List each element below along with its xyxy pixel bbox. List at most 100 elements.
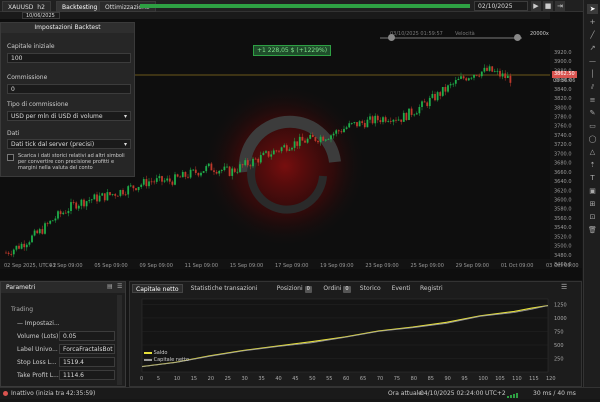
candle-body — [64, 212, 67, 214]
candle-body — [379, 120, 382, 123]
candle-body — [478, 75, 481, 77]
candle-body — [418, 107, 421, 114]
ellipse-icon[interactable]: ◯ — [587, 134, 598, 144]
commission-type-select[interactable]: USD per mln di USD di volume ▾ — [7, 111, 131, 121]
candle-body — [135, 188, 137, 191]
candle-body — [405, 112, 408, 121]
candle-body — [483, 67, 486, 72]
candle-body — [129, 185, 132, 187]
candle-body — [44, 223, 46, 234]
save-icon[interactable]: ▤ — [107, 283, 113, 290]
pencil-icon[interactable]: ✎ — [587, 108, 598, 118]
candle-body — [220, 170, 223, 171]
candle-body — [506, 75, 509, 79]
bottom-tab[interactable]: Eventi — [389, 284, 414, 293]
price-tick: 3740.0 — [554, 133, 572, 139]
candle-body — [371, 116, 374, 124]
tab-backtesting[interactable]: Backtesting — [56, 1, 104, 12]
bottom-tab[interactable]: Registri — [417, 284, 446, 293]
crosshair-icon[interactable]: + — [587, 17, 598, 27]
candle-body — [467, 78, 470, 81]
param-value-input[interactable]: ForcaFractalsBot — [59, 344, 115, 354]
play-button[interactable]: ▶ — [531, 1, 541, 11]
bottom-tab[interactable]: Posizioni 0 — [274, 284, 315, 293]
bottom-tab[interactable]: Storico — [357, 284, 384, 293]
current-price-time: 03:36:06 — [553, 78, 576, 84]
symbol-tab[interactable]: XAUUSD h2 — [2, 1, 51, 12]
candle-body — [340, 131, 343, 133]
candle-body — [168, 178, 171, 182]
bottom-tab[interactable]: Statistiche transazioni — [188, 284, 261, 293]
param-value-input[interactable]: 1114.6 — [59, 370, 115, 380]
candle-body — [119, 190, 122, 196]
cursor-icon[interactable]: ➤ — [587, 4, 598, 14]
candle-body — [75, 202, 78, 209]
candle-body — [106, 192, 109, 201]
price-tick: 3920.0 — [554, 50, 572, 56]
stop-button[interactable]: ■ — [543, 1, 553, 11]
data-source-select[interactable]: Dati tick dal server (precisi) ▾ — [7, 139, 131, 149]
param-value-input[interactable]: 1519.4 — [59, 357, 115, 367]
equity-x-tick: 0 — [140, 376, 143, 382]
equity-plot-area — [141, 298, 549, 373]
candle-body — [145, 179, 148, 187]
equity-x-tick: 65 — [360, 376, 366, 382]
candle-body — [36, 230, 39, 234]
vline-icon[interactable]: │ — [587, 69, 598, 79]
line-icon[interactable]: ╱ — [587, 30, 598, 40]
bottom-tab-badge: 0 — [304, 286, 312, 293]
legend-swatch-equity — [144, 358, 152, 361]
equity-x-tick: 25 — [225, 376, 231, 382]
capital-input[interactable]: 100 — [7, 53, 131, 63]
rect-icon[interactable]: ▭ — [587, 121, 598, 131]
step-button[interactable]: ⇥ — [555, 1, 565, 11]
legend-balance-label: Saldo — [153, 350, 168, 356]
candle-body — [314, 137, 317, 141]
candle-body — [51, 220, 54, 222]
price-tick: 3680.0 — [554, 161, 572, 167]
commission-input[interactable]: 0 — [7, 84, 131, 94]
candle-body — [80, 199, 83, 206]
param-value-input[interactable]: 0.05 — [59, 331, 115, 341]
menu-icon[interactable]: ☰ — [117, 283, 122, 290]
candle-body — [31, 235, 33, 243]
candle-body — [187, 176, 189, 178]
status-bar: Inattivo (inizia tra 42:35:59) Ora attua… — [0, 387, 600, 399]
candle-body — [88, 200, 91, 202]
arrow-icon[interactable]: ⇡ — [587, 160, 598, 170]
text-icon[interactable]: T — [587, 173, 598, 183]
trash-icon[interactable]: 🗑 — [587, 225, 598, 235]
price-tick: 3720.0 — [554, 142, 572, 148]
price-tick: 3640.0 — [554, 179, 572, 185]
equity-chart: 1250 1000 750 500 250 0 5 10 15 20 25 30 35 40 45 50 55… — [140, 298, 567, 382]
candle-body — [174, 174, 176, 185]
candle-body — [72, 202, 75, 203]
lock-icon[interactable]: ⊡ — [587, 212, 598, 222]
candle-body — [296, 141, 299, 146]
price-tick: 3620.0 — [554, 188, 572, 194]
candle-body — [7, 252, 10, 254]
backtest-progress-bar[interactable] — [140, 4, 470, 8]
time-tick: 23 Sep 09:00 — [365, 263, 398, 269]
end-date-field[interactable]: 02/10/2025 — [474, 1, 528, 11]
ray-icon[interactable]: ↗ — [587, 43, 598, 53]
candle-body — [454, 80, 457, 84]
candle-body — [114, 194, 117, 196]
candle-body — [153, 181, 156, 183]
hline-icon[interactable]: — — [587, 56, 598, 66]
candle-body — [20, 243, 23, 249]
measure-icon[interactable]: ⊞ — [587, 199, 598, 209]
triangle-icon[interactable]: △ — [587, 147, 598, 157]
fib-icon[interactable]: ≡ — [587, 95, 598, 105]
candle-body — [111, 194, 114, 195]
label-icon[interactable]: ▣ — [587, 186, 598, 196]
download-data-text: Scarica i dati storici relativi ad altri… — [18, 153, 125, 171]
params-scrollbar[interactable] — [117, 295, 122, 385]
bottom-tab[interactable]: Ordini 0 — [320, 284, 353, 293]
menu-icon[interactable]: ☰ — [561, 283, 567, 291]
bottom-tab[interactable]: Capitale netto — [132, 284, 183, 293]
candle-body — [488, 66, 491, 71]
channel-icon[interactable]: ⫽ — [587, 82, 598, 92]
param-row: — Impostazi... — [5, 318, 115, 329]
download-data-checkbox[interactable] — [7, 154, 14, 161]
